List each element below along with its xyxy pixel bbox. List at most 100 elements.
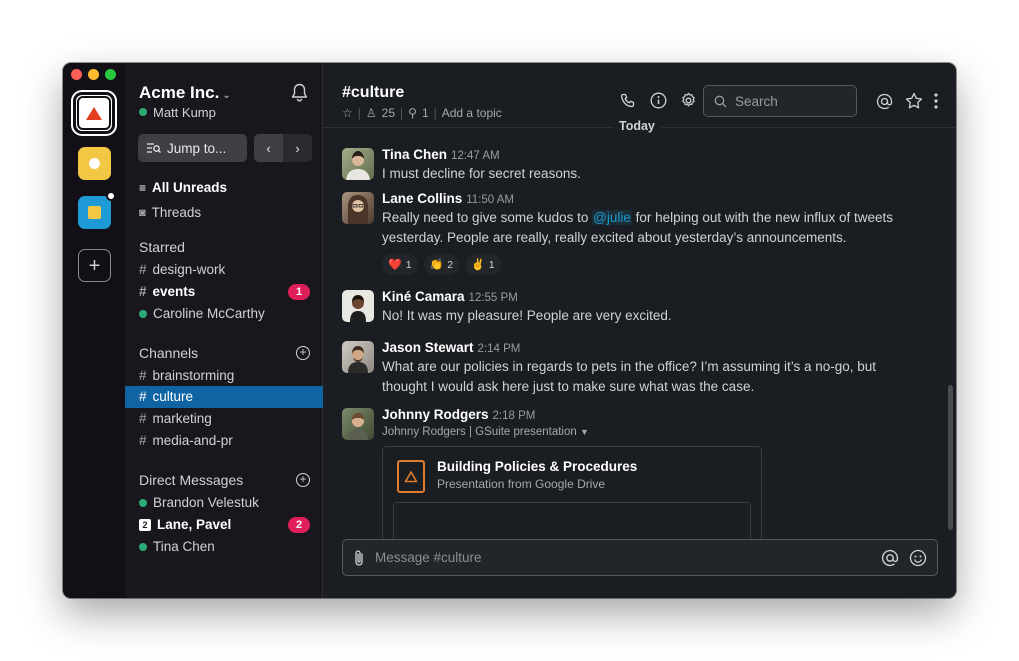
sidebar-item-label: Brandon Velestuk — [153, 495, 259, 510]
message-author[interactable]: Jason Stewart — [382, 340, 474, 355]
header-actions — [613, 92, 703, 109]
attachment-title[interactable]: Building Policies & Procedures — [437, 459, 637, 474]
message-author[interactable]: Kiné Camara — [382, 289, 465, 304]
add-topic-link[interactable]: Add a topic — [442, 106, 502, 120]
search-input[interactable]: Search — [703, 85, 857, 117]
plus-icon: + — [88, 254, 101, 277]
message-timestamp[interactable]: 11:50 AM — [466, 194, 514, 206]
user-name: Matt Kump — [153, 105, 216, 120]
info-icon[interactable] — [643, 92, 673, 109]
yellow-square-icon — [88, 206, 101, 219]
hash-icon: # — [139, 284, 147, 299]
sidebar-item-label: media-and-pr — [152, 433, 233, 448]
current-user: Matt Kump — [139, 105, 216, 120]
chevron-left-icon: ‹ — [266, 140, 271, 156]
sidebar-item-media-and-pr[interactable]: # media-and-pr — [139, 433, 233, 448]
sidebar-item-brandon-velestuk[interactable]: Brandon Velestuk — [139, 495, 259, 510]
forward-button[interactable]: › — [283, 134, 312, 162]
message-timestamp[interactable]: 2:14 PM — [478, 343, 521, 355]
header-right-actions — [869, 92, 943, 110]
sidebar-item-marketing[interactable]: # marketing — [139, 411, 212, 426]
reactions: ❤️ 1 👏 2 ✌️ 1 — [382, 254, 936, 275]
workspace-acme-button[interactable] — [73, 92, 115, 134]
sidebar-item-label: brainstorming — [152, 368, 235, 383]
members-icon[interactable]: ♙ — [366, 106, 377, 120]
sidebar-item-design-work[interactable]: # design-work — [139, 262, 225, 277]
sidebar-item-tina-chen[interactable]: Tina Chen — [139, 539, 215, 554]
sidebar: Acme Inc. ⌄ Matt Kump Jump to... ‹ › ≡ Al… — [125, 63, 323, 598]
star-icon[interactable] — [899, 92, 929, 110]
gear-icon[interactable] — [673, 92, 703, 109]
hash-icon: # — [139, 411, 147, 426]
jump-to-icon — [147, 143, 161, 153]
chevron-right-icon: › — [295, 140, 300, 156]
message-timestamp[interactable]: 12:55 PM — [469, 292, 518, 304]
user-mention-link[interactable]: @julie — [592, 210, 632, 225]
mention-icon[interactable] — [881, 549, 899, 567]
presence-dot-icon — [139, 542, 147, 551]
sidebar-item-lane-pavel[interactable]: 2 Lane, Pavel — [139, 517, 231, 532]
zoom-window-button[interactable] — [105, 69, 116, 80]
message-item: Tina Chen 12:47 AM I must decline for sec… — [342, 146, 936, 184]
sidebar-item-caroline-mccarthy[interactable]: Caroline McCarthy — [139, 306, 265, 321]
avatar[interactable] — [342, 341, 374, 373]
message-composer[interactable]: Message #culture — [342, 539, 938, 576]
add-direct-message-button[interactable]: + — [296, 473, 310, 487]
workspace-blue-button[interactable] — [78, 191, 116, 229]
avatar[interactable] — [342, 408, 374, 440]
sidebar-item-culture[interactable]: # culture — [139, 389, 193, 404]
jump-to-button[interactable]: Jump to... — [138, 134, 247, 162]
sidebar-item-brainstorming[interactable]: # brainstorming — [139, 368, 234, 383]
message-input-placeholder[interactable]: Message #culture — [375, 550, 871, 565]
sidebar-item-label: Threads — [151, 205, 202, 220]
message-author[interactable]: Johnny Rodgers — [382, 407, 489, 422]
mentions-icon[interactable] — [869, 92, 899, 110]
message-timestamp[interactable]: 2:18 PM — [493, 410, 536, 422]
jump-to-label: Jump to... — [167, 140, 227, 156]
direct-messages-section-title[interactable]: Direct Messages — [139, 472, 243, 488]
message-scrollbar[interactable] — [948, 385, 953, 530]
pin-icon[interactable]: ⚲ — [408, 106, 417, 120]
reaction-heart[interactable]: ❤️ 1 — [382, 254, 418, 275]
back-button[interactable]: ‹ — [254, 134, 283, 162]
star-channel-icon[interactable]: ☆ — [342, 106, 353, 120]
message-author[interactable]: Tina Chen — [382, 147, 447, 162]
add-channel-button[interactable]: + — [296, 346, 310, 360]
red-triangle-icon — [86, 106, 102, 120]
avatar[interactable] — [342, 290, 374, 322]
sidebar-item-threads[interactable]: ◙ Threads — [139, 205, 201, 220]
sidebar-item-events[interactable]: # events — [139, 284, 195, 299]
channel-title[interactable]: #culture — [342, 84, 404, 102]
sidebar-item-all-unreads[interactable]: ≡ All Unreads — [139, 180, 227, 195]
starred-section-title[interactable]: Starred — [139, 239, 185, 255]
minimize-window-button[interactable] — [88, 69, 99, 80]
victory-hand-icon: ✌️ — [471, 259, 485, 271]
team-name-menu[interactable]: Acme Inc. ⌄ — [139, 83, 231, 103]
workspace-yellow-button[interactable] — [78, 147, 111, 180]
message-text: Really need to give some kudos to @julie… — [382, 210, 893, 225]
window-controls — [71, 69, 116, 80]
member-count[interactable]: 25 — [382, 106, 395, 120]
more-vertical-icon[interactable] — [929, 92, 943, 110]
bell-icon[interactable] — [291, 83, 308, 107]
pin-count[interactable]: 1 — [422, 106, 429, 120]
attachment-meta[interactable]: Johnny Rodgers | GSuite presentation ▼ — [382, 426, 936, 438]
channels-section-title[interactable]: Channels — [139, 345, 198, 361]
message-author[interactable]: Lane Collins — [382, 191, 462, 206]
reaction-victory[interactable]: ✌️ 1 — [465, 254, 501, 275]
paperclip-icon[interactable] — [353, 549, 365, 567]
avatar[interactable] — [342, 148, 374, 180]
reaction-clap[interactable]: 👏 2 — [423, 254, 460, 275]
team-name: Acme Inc. — [139, 83, 220, 102]
emoji-icon[interactable] — [909, 549, 927, 567]
message-text: No! It was my pleasure! People are very … — [382, 308, 672, 323]
close-window-button[interactable] — [71, 69, 82, 80]
unread-dot-badge — [106, 191, 116, 201]
avatar[interactable] — [342, 192, 374, 224]
sidebar-item-label: Caroline McCarthy — [153, 306, 265, 321]
history-nav: ‹ › — [254, 134, 312, 162]
add-workspace-button[interactable]: + — [78, 249, 111, 282]
message-timestamp[interactable]: 12:47 AM — [451, 150, 500, 162]
phone-icon[interactable] — [613, 92, 643, 109]
plus-icon: + — [299, 472, 307, 486]
